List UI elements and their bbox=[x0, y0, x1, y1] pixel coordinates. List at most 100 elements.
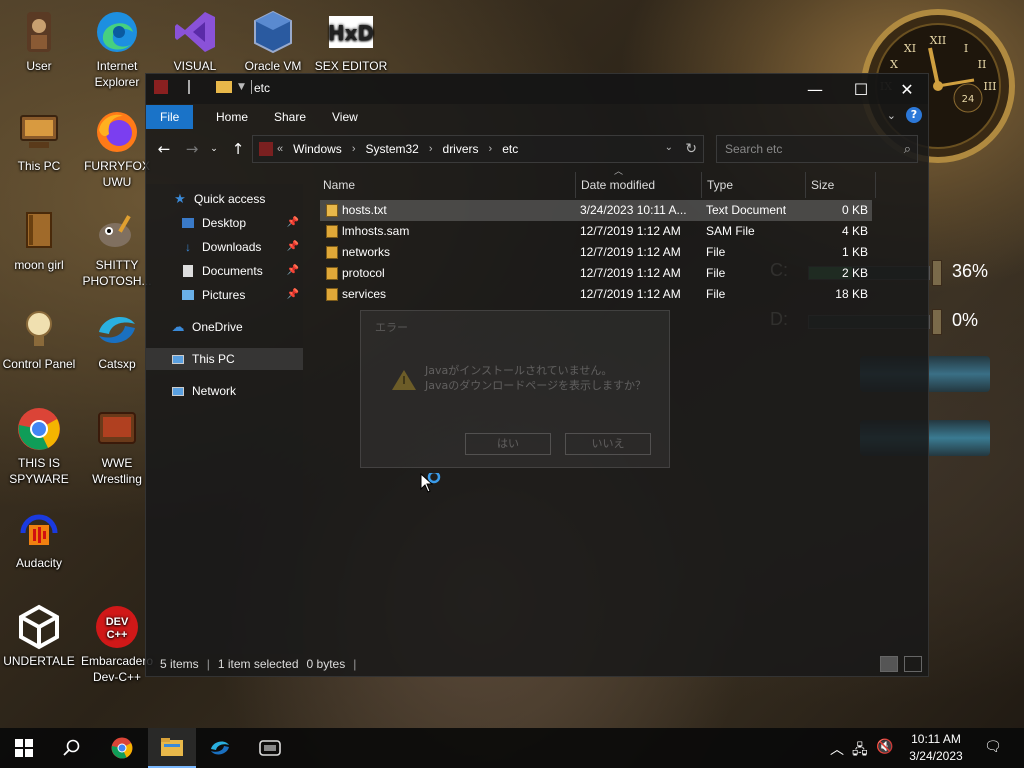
file-explorer-icon bbox=[161, 738, 183, 756]
tab-home[interactable]: Home bbox=[202, 105, 262, 129]
notifications-icon[interactable]: 🗨 bbox=[984, 739, 1002, 755]
breadcrumb-separator-icon[interactable]: › bbox=[429, 143, 433, 155]
desktop-icon-sex-editor[interactable]: HxD SEX EDITOR bbox=[312, 8, 390, 74]
help-icon[interactable]: ? bbox=[906, 107, 922, 123]
address-bar[interactable]: « Windows › System32 › drivers › etc ⌄ ↻ bbox=[252, 135, 704, 163]
sidebar-item-downloads[interactable]: ↓ Downloads 📌 bbox=[146, 236, 303, 258]
breadcrumb-drivers[interactable]: drivers bbox=[443, 142, 479, 156]
taskbar-catsxp[interactable] bbox=[196, 728, 244, 768]
column-header-type[interactable]: Type bbox=[702, 172, 806, 198]
properties-icon[interactable] bbox=[188, 80, 190, 94]
breadcrumb-separator-icon[interactable]: › bbox=[352, 143, 356, 155]
file-row[interactable]: hosts.txt 3/24/2023 10:11 A... Text Docume… bbox=[320, 200, 872, 221]
clock-date: 3/24/2023 bbox=[909, 749, 963, 763]
desktop-icon-oracle-vm[interactable]: Oracle VM bbox=[234, 8, 312, 74]
overflow-chevron-icon[interactable]: « bbox=[277, 143, 283, 155]
file-row[interactable]: protocol 12/7/2019 1:12 AM File 2 KB bbox=[320, 263, 872, 284]
start-button[interactable] bbox=[0, 728, 48, 768]
view-toggle bbox=[880, 656, 922, 672]
desktop-icon-label: UNDERTALE bbox=[3, 654, 75, 668]
clock-numeral: X bbox=[890, 58, 898, 71]
up-button[interactable]: ↑ bbox=[228, 140, 248, 158]
expand-ribbon-icon[interactable]: ⌄ bbox=[887, 109, 896, 122]
clock-numeral: II bbox=[978, 58, 987, 71]
breadcrumb-windows[interactable]: Windows bbox=[293, 142, 342, 156]
book-icon bbox=[15, 207, 63, 255]
desktop-icon-label: SHITTY PHOTOSH... bbox=[82, 258, 152, 288]
tab-share[interactable]: Share bbox=[260, 105, 320, 129]
sidebar-item-onedrive[interactable]: ☁ OneDrive bbox=[146, 316, 303, 338]
desktop-icon-undertale[interactable]: UNDERTALE bbox=[0, 603, 78, 669]
desktop-icon-visual[interactable]: VISUAL bbox=[156, 8, 234, 74]
maximize-button[interactable]: ☐ bbox=[838, 74, 884, 104]
close-button[interactable]: ✕ bbox=[884, 74, 930, 104]
pin-icon[interactable]: 📌 bbox=[287, 236, 299, 258]
file-type: File bbox=[706, 287, 726, 301]
tab-view[interactable]: View bbox=[318, 105, 372, 129]
desktop-icon-audacity[interactable]: Audacity bbox=[0, 505, 78, 571]
window-title: etc bbox=[254, 81, 271, 95]
search-button[interactable] bbox=[48, 728, 96, 768]
search-box[interactable]: Search etc ⌕ bbox=[716, 135, 918, 163]
column-header-date-modified[interactable]: Date modified bbox=[576, 172, 702, 198]
large-icons-view-button[interactable] bbox=[904, 656, 922, 672]
sidebar-item-desktop[interactable]: Desktop 📌 bbox=[146, 212, 303, 234]
pin-icon[interactable]: 📌 bbox=[287, 212, 299, 234]
network-status-icon[interactable]: 🖧 bbox=[852, 739, 868, 763]
drive-gauge-cap bbox=[932, 309, 942, 335]
back-button[interactable]: ← bbox=[154, 140, 174, 158]
file-icon bbox=[326, 288, 338, 301]
recent-locations-button[interactable]: ⌄ bbox=[204, 140, 224, 158]
desktop-icon-moon-girl[interactable]: moon girl bbox=[0, 207, 78, 273]
no-button[interactable]: いいえ bbox=[565, 433, 651, 455]
file-row[interactable]: services 12/7/2019 1:12 AM File 18 KB bbox=[320, 284, 872, 305]
file-name: hosts.txt bbox=[342, 203, 387, 217]
sidebar-item-this-pc[interactable]: This PC bbox=[146, 348, 303, 370]
breadcrumb-etc[interactable]: etc bbox=[502, 142, 518, 156]
file-size: 4 KB bbox=[841, 224, 868, 238]
desktop-icon-spyware[interactable]: THIS IS SPYWARE bbox=[0, 405, 78, 487]
sidebar-item-documents[interactable]: Documents 📌 bbox=[146, 260, 303, 282]
sidebar-item-pictures[interactable]: Pictures 📌 bbox=[146, 284, 303, 306]
sidebar-item-label: Downloads bbox=[202, 240, 262, 254]
desktop-folder-icon bbox=[180, 215, 196, 231]
status-size: 0 bytes bbox=[306, 657, 346, 671]
taskbar-virtualbox[interactable] bbox=[246, 728, 294, 768]
file-row[interactable]: networks 12/7/2019 1:12 AM File 1 KB bbox=[320, 242, 872, 263]
taskbar-chrome[interactable] bbox=[98, 728, 146, 768]
breadcrumb-separator-icon[interactable]: › bbox=[489, 143, 493, 155]
forward-button[interactable]: → bbox=[182, 140, 202, 158]
chevron-down-icon[interactable]: ▼ bbox=[238, 82, 245, 92]
desktop-icon-this-pc[interactable]: This PC bbox=[0, 108, 78, 174]
sidebar-item-network[interactable]: Network bbox=[146, 380, 303, 402]
desktop-icon-control-panel[interactable]: Control Panel bbox=[0, 306, 78, 372]
address-dropdown-icon[interactable]: ⌄ bbox=[665, 142, 673, 153]
refresh-icon[interactable]: ↻ bbox=[685, 140, 697, 157]
volume-muted-icon[interactable]: 🔇 bbox=[876, 739, 893, 755]
computer-icon bbox=[15, 108, 63, 156]
taskbar-clock[interactable]: 10:11 AM 3/24/2023 bbox=[896, 731, 976, 765]
yes-button[interactable]: はい bbox=[465, 433, 551, 455]
pin-icon[interactable]: 📌 bbox=[287, 260, 299, 282]
tab-file[interactable]: File bbox=[146, 105, 194, 129]
folder-icon[interactable] bbox=[216, 81, 232, 93]
column-header-size[interactable]: Size bbox=[806, 172, 876, 198]
hxd-icon: HxD bbox=[327, 8, 375, 56]
sidebar-item-quick-access[interactable]: ★ Quick access bbox=[146, 188, 303, 210]
pin-icon[interactable]: 📌 bbox=[287, 284, 299, 306]
sidebar-item-label: Quick access bbox=[194, 192, 266, 206]
taskbar-explorer[interactable] bbox=[148, 728, 196, 768]
minimize-button[interactable]: — bbox=[792, 74, 838, 104]
breadcrumb-system32[interactable]: System32 bbox=[365, 142, 418, 156]
desktop-icon-label: VISUAL bbox=[173, 59, 217, 73]
chrome-icon bbox=[111, 737, 133, 759]
desktop-icon-user[interactable]: User bbox=[0, 8, 78, 74]
title-bar[interactable]: ▼ etc — ☐ ✕ bbox=[146, 74, 928, 104]
show-hidden-icons-button[interactable]: ︿ bbox=[830, 739, 844, 759]
column-header-name[interactable]: Name bbox=[318, 172, 576, 198]
clock-subdial: 24 bbox=[962, 94, 975, 105]
navigation-pane: ★ Quick access Desktop 📌 ↓ Downloads 📌 D… bbox=[146, 184, 303, 654]
sidebar-item-label: OneDrive bbox=[192, 320, 243, 334]
file-row[interactable]: lmhosts.sam 12/7/2019 1:12 AM SAM File 4 KB bbox=[320, 221, 872, 242]
details-view-button[interactable] bbox=[880, 656, 898, 672]
